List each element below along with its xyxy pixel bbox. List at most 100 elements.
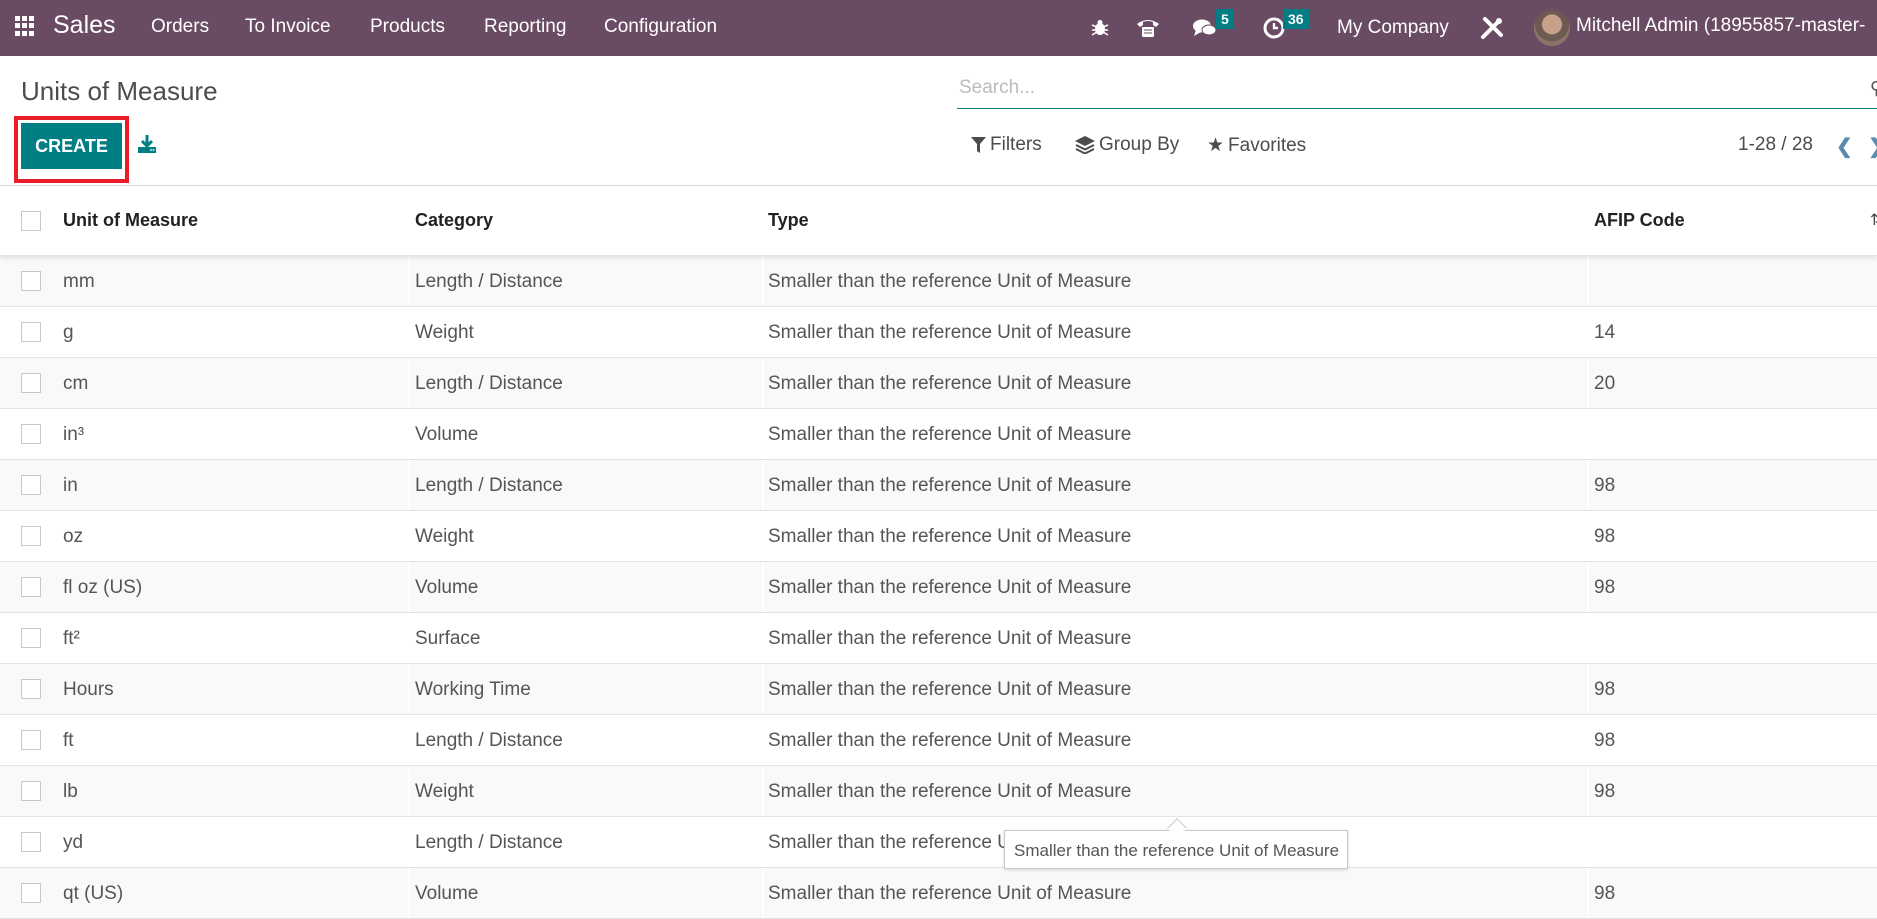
table-row[interactable]: fl oz (US) Volume Smaller than the referen… bbox=[0, 562, 1877, 613]
cell-category: Length / Distance bbox=[415, 373, 563, 394]
cell-unit-of-measure: in bbox=[63, 475, 78, 496]
row-checkbox[interactable] bbox=[21, 730, 41, 750]
filters-button[interactable]: Filters bbox=[971, 134, 1042, 156]
column-separator bbox=[762, 868, 764, 918]
cell-unit-of-measure: fl oz (US) bbox=[63, 577, 143, 598]
column-separator bbox=[408, 460, 410, 510]
row-checkbox[interactable] bbox=[21, 271, 41, 291]
menu-orders[interactable]: Orders bbox=[151, 16, 209, 38]
row-checkbox[interactable] bbox=[21, 628, 41, 648]
menu-to-invoice[interactable]: To Invoice bbox=[245, 16, 331, 38]
uom-list-table: Unit of Measure Category Type AFIP Code … bbox=[0, 186, 1877, 919]
table-row[interactable]: mm Length / Distance Smaller than the refe… bbox=[0, 256, 1877, 307]
search-icon[interactable]: ⚲ bbox=[1870, 78, 1877, 99]
menu-reporting[interactable]: Reporting bbox=[484, 16, 566, 38]
filters-label: Filters bbox=[990, 134, 1042, 155]
column-header-category[interactable]: Category bbox=[415, 210, 493, 231]
clock-icon[interactable] bbox=[1263, 0, 1285, 56]
column-separator bbox=[408, 664, 410, 714]
cell-category: Length / Distance bbox=[415, 271, 563, 292]
favorites-button[interactable]: ★ Favorites bbox=[1207, 134, 1306, 157]
row-checkbox[interactable] bbox=[21, 526, 41, 546]
column-separator bbox=[1587, 715, 1589, 765]
column-separator bbox=[408, 613, 410, 663]
group-by-label: Group By bbox=[1099, 134, 1180, 155]
page-title: Units of Measure bbox=[21, 76, 218, 106]
app-menu-icon[interactable] bbox=[15, 16, 35, 36]
table-header: Unit of Measure Category Type AFIP Code … bbox=[0, 186, 1877, 256]
column-separator bbox=[762, 256, 764, 306]
top-navbar: Sales Orders To Invoice Products Reporti… bbox=[0, 0, 1877, 56]
cell-unit-of-measure: in³ bbox=[63, 424, 85, 445]
table-row[interactable]: ft Length / Distance Smaller than the refe… bbox=[0, 715, 1877, 766]
column-header-type[interactable]: Type bbox=[768, 210, 809, 231]
table-row[interactable]: in Length / Distance Smaller than the refe… bbox=[0, 460, 1877, 511]
column-separator bbox=[1587, 664, 1589, 714]
cell-afip-code: 98 bbox=[1594, 883, 1616, 904]
column-separator bbox=[1587, 613, 1589, 663]
cell-type: Smaller than the reference Unit of Measu… bbox=[768, 373, 1132, 394]
bug-icon[interactable] bbox=[1090, 0, 1110, 56]
cell-type: Smaller than the reference Unit of Measu… bbox=[768, 781, 1132, 802]
cell-afip-code: 98 bbox=[1594, 679, 1616, 700]
app-name[interactable]: Sales bbox=[53, 11, 116, 40]
table-row[interactable]: oz Weight Smaller than the reference Unit … bbox=[0, 511, 1877, 562]
column-separator bbox=[1587, 358, 1589, 408]
row-checkbox[interactable] bbox=[21, 883, 41, 903]
row-checkbox[interactable] bbox=[21, 679, 41, 699]
user-menu[interactable]: Mitchell Admin (18955857-master- bbox=[1576, 15, 1865, 37]
user-avatar[interactable] bbox=[1534, 10, 1570, 46]
search-input[interactable] bbox=[957, 70, 1877, 106]
table-body: mm Length / Distance Smaller than the refe… bbox=[0, 256, 1877, 919]
cell-type: Smaller than the reference Unit of Measu… bbox=[768, 271, 1132, 292]
cell-unit-of-measure: lb bbox=[63, 781, 78, 802]
pager-value[interactable]: 1-28 / 28 bbox=[1738, 134, 1813, 156]
column-separator bbox=[1587, 256, 1589, 306]
cell-category: Length / Distance bbox=[415, 475, 563, 496]
cell-category: Weight bbox=[415, 781, 474, 802]
menu-configuration[interactable]: Configuration bbox=[604, 16, 717, 38]
table-row[interactable]: Hours Working Time Smaller than the refere… bbox=[0, 664, 1877, 715]
table-row[interactable]: yd Length / Distance Smaller than the refe… bbox=[0, 817, 1877, 868]
optional-columns-icon[interactable]: ⇅ bbox=[1870, 210, 1877, 230]
cell-afip-code: 98 bbox=[1594, 577, 1616, 598]
row-checkbox[interactable] bbox=[21, 832, 41, 852]
cell-type: Smaller than the reference Unit of Measu… bbox=[768, 424, 1132, 445]
pager-next-icon[interactable]: ❯ bbox=[1868, 134, 1877, 159]
column-header-afip-code[interactable]: AFIP Code bbox=[1594, 210, 1685, 231]
row-checkbox[interactable] bbox=[21, 373, 41, 393]
column-separator bbox=[1587, 307, 1589, 357]
pager-previous-icon[interactable]: ❮ bbox=[1836, 134, 1853, 159]
column-separator bbox=[762, 307, 764, 357]
column-separator bbox=[762, 358, 764, 408]
download-icon[interactable] bbox=[137, 134, 157, 154]
row-checkbox[interactable] bbox=[21, 781, 41, 801]
column-separator bbox=[762, 664, 764, 714]
row-checkbox[interactable] bbox=[21, 577, 41, 597]
cell-unit-of-measure: oz bbox=[63, 526, 84, 547]
tools-icon[interactable] bbox=[1479, 0, 1505, 56]
table-row[interactable]: cm Length / Distance Smaller than the refe… bbox=[0, 358, 1877, 409]
table-row[interactable]: in³ Volume Smaller than the reference Unit… bbox=[0, 409, 1877, 460]
layers-icon bbox=[1075, 136, 1095, 154]
table-row[interactable]: g Weight Smaller than the reference Unit o… bbox=[0, 307, 1877, 358]
cell-type: Smaller than the reference Unit of Measu… bbox=[768, 883, 1132, 904]
cell-unit-of-measure: Hours bbox=[63, 679, 114, 700]
row-checkbox[interactable] bbox=[21, 424, 41, 444]
table-row[interactable]: lb Weight Smaller than the reference Unit … bbox=[0, 766, 1877, 817]
table-row[interactable]: ft² Surface Smaller than the reference Uni… bbox=[0, 613, 1877, 664]
create-button[interactable]: CREATE bbox=[21, 123, 122, 169]
row-checkbox[interactable] bbox=[21, 322, 41, 342]
table-row[interactable]: qt (US) Volume Smaller than the reference … bbox=[0, 868, 1877, 919]
company-switcher[interactable]: My Company bbox=[1337, 0, 1449, 56]
chat-icon[interactable] bbox=[1192, 0, 1218, 56]
menu-products[interactable]: Products bbox=[370, 16, 445, 38]
group-by-button[interactable]: Group By bbox=[1075, 134, 1179, 156]
column-separator bbox=[1587, 409, 1589, 459]
phone-icon[interactable] bbox=[1136, 0, 1160, 56]
row-checkbox[interactable] bbox=[21, 475, 41, 495]
select-all-checkbox[interactable] bbox=[21, 211, 41, 231]
cell-category: Surface bbox=[415, 628, 481, 649]
column-separator bbox=[1587, 562, 1589, 612]
column-header-unit-of-measure[interactable]: Unit of Measure bbox=[63, 210, 198, 231]
